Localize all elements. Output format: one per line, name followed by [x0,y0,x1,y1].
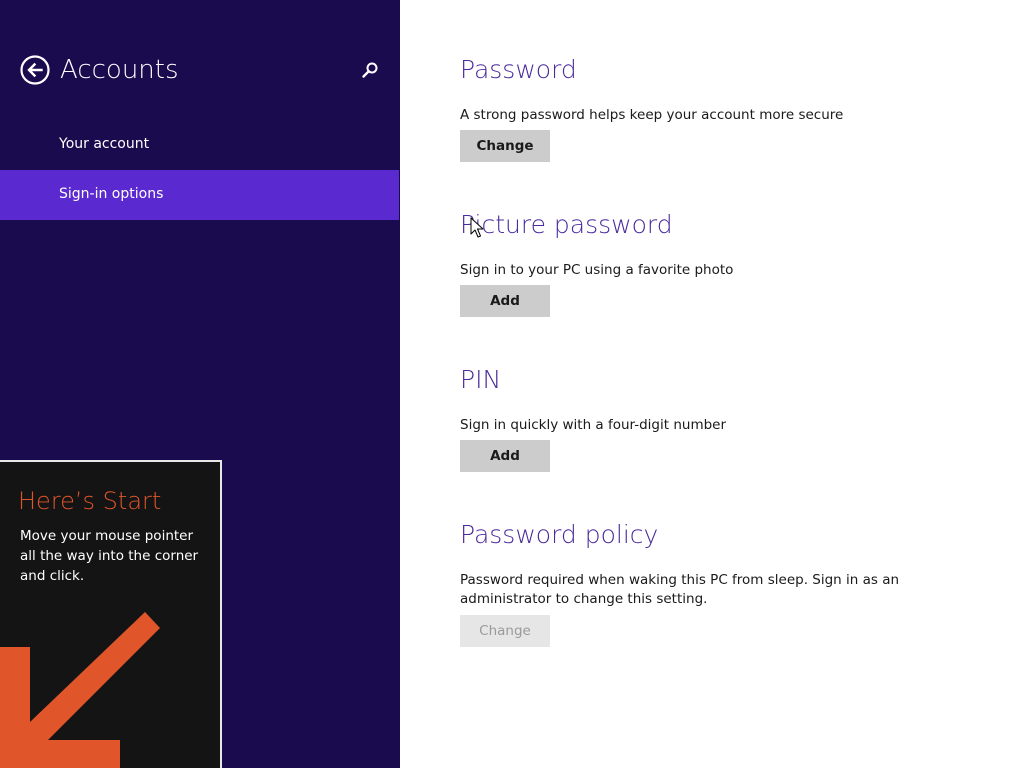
password-change-button[interactable]: Change [460,130,550,162]
search-icon[interactable] [360,60,380,80]
section-title-password: Password [460,55,577,84]
main-content: Password A strong password helps keep yo… [400,0,1024,768]
sidebar: Accounts Your account Sign-in options He… [0,0,400,768]
section-description-pin: Sign in quickly with a four-digit number [460,417,727,433]
tip-body: Move your mouse pointer all the way into… [20,528,199,584]
pin-add-button[interactable]: Add [460,440,550,472]
password-policy-change-button: Change [460,615,550,647]
section-title-password-policy: Password policy [460,520,659,549]
down-left-arrow-icon [0,612,220,768]
picture-password-add-button[interactable]: Add [460,285,550,317]
sidebar-item-your-account[interactable]: Your account [0,120,399,170]
back-arrow-circle-icon[interactable] [20,55,50,85]
section-title-pin: PIN [460,365,502,394]
section-description-password: A strong password helps keep your accoun… [460,107,844,123]
start-tip-panel: Here’s Start Move your mouse pointer all… [0,460,222,768]
sidebar-item-label: Your account [59,136,150,152]
section-description-password-policy: Password required when waking this PC fr… [460,572,900,607]
sidebar-item-label: Sign-in options [59,186,164,202]
section-description-picture-password: Sign in to your PC using a favorite phot… [460,262,734,278]
section-title-picture-password: Picture password [460,210,673,239]
sidebar-item-sign-in-options[interactable]: Sign-in options [0,170,399,220]
page-title: Accounts [60,55,179,85]
tip-title: Here’s Start [18,487,162,515]
